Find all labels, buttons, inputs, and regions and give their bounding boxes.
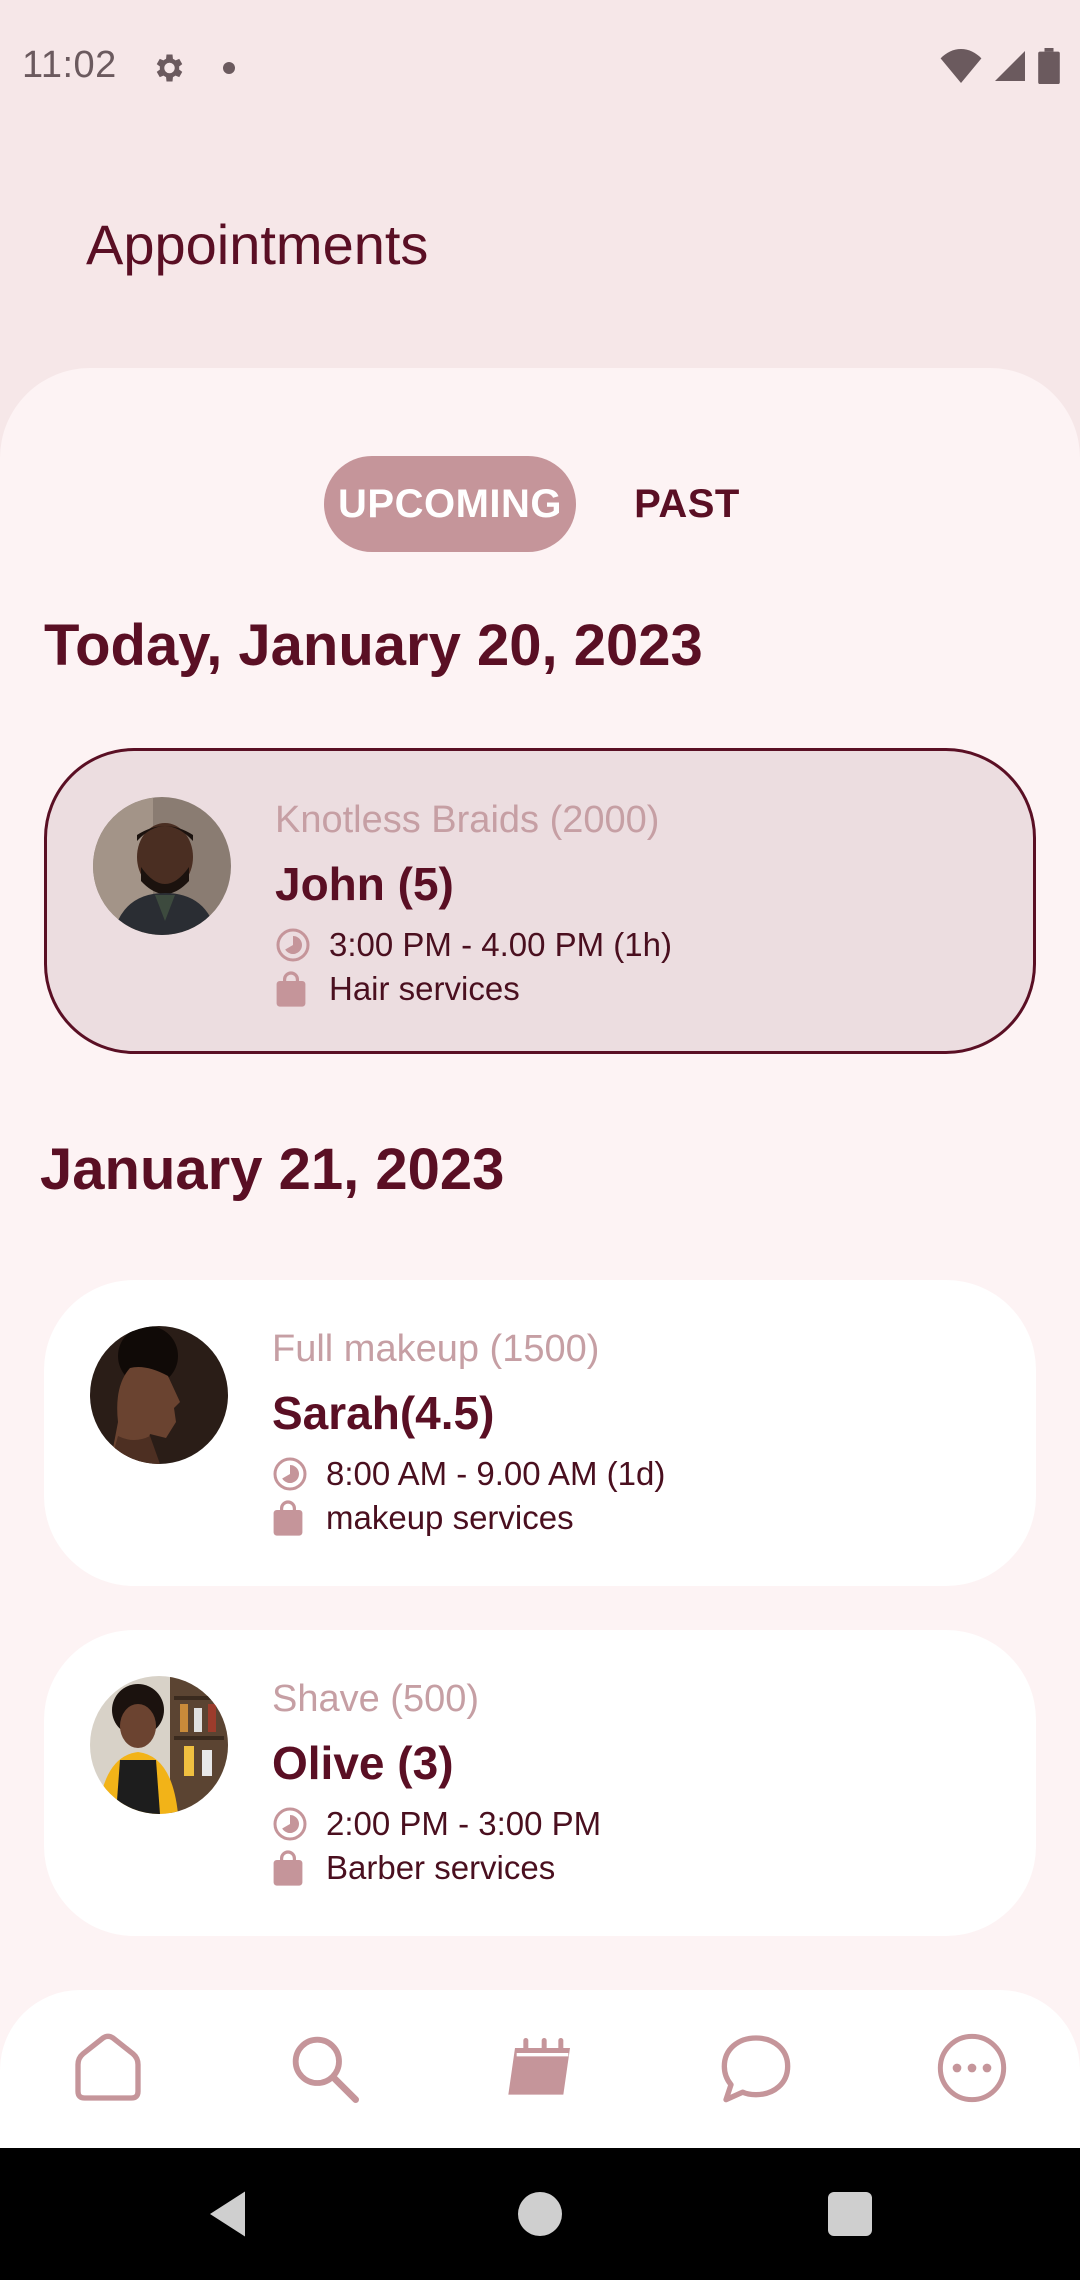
- time-row: 2:00 PM - 3:00 PM: [272, 1805, 602, 1842]
- clock-icon: [272, 1456, 308, 1492]
- service-name: Full makeup (1500): [272, 1328, 600, 1370]
- page-title: Appointments: [86, 213, 429, 276]
- bottom-navigation: [0, 1990, 1080, 2148]
- home-icon[interactable]: [68, 2028, 148, 2108]
- recent-apps-icon[interactable]: [828, 2192, 872, 2236]
- section-date-heading: Today, January 20, 2023: [44, 613, 703, 678]
- service-category: Hair services: [329, 970, 520, 1007]
- calendar-icon[interactable]: [500, 2028, 580, 2108]
- provider-name: Sarah(4.5): [272, 1387, 495, 1439]
- appointment-card[interactable]: Knotless Braids (2000) John (5) 3:00 PM …: [44, 748, 1036, 1054]
- search-icon[interactable]: [284, 2028, 364, 2108]
- notification-dot-icon: [223, 62, 235, 74]
- home-button-icon[interactable]: [518, 2192, 562, 2236]
- appointment-details: Shave (500) Olive (3) 2:00 PM - 3:00 PM …: [272, 1678, 601, 1886]
- shopping-bag-icon: [272, 1500, 308, 1536]
- appointment-tabs: UPCOMING PAST: [0, 456, 1080, 552]
- shopping-bag-icon: [275, 971, 311, 1007]
- tab-past[interactable]: PAST: [624, 456, 750, 552]
- clock-icon: [272, 1806, 308, 1842]
- avatar: [90, 1326, 228, 1464]
- category-row: makeup services: [272, 1499, 665, 1536]
- clock-icon: [275, 927, 311, 963]
- appointment-time: 8:00 AM - 9.00 AM (1d): [326, 1455, 666, 1492]
- more-icon[interactable]: [932, 2028, 1012, 2108]
- appointment-time: 3:00 PM - 4.00 PM (1h): [329, 926, 672, 963]
- status-icons: [940, 48, 1060, 89]
- appointment-details: Full makeup (1500) Sarah(4.5) 8:00 AM - …: [272, 1328, 665, 1536]
- appointment-details: Knotless Braids (2000) John (5) 3:00 PM …: [275, 799, 672, 1007]
- category-row: Hair services: [275, 970, 672, 1007]
- provider-name: John (5): [275, 858, 454, 910]
- chat-icon[interactable]: [716, 2028, 796, 2108]
- time-row: 8:00 AM - 9.00 AM (1d): [272, 1455, 666, 1492]
- service-name: Shave (500): [272, 1678, 480, 1720]
- tab-upcoming[interactable]: UPCOMING: [324, 456, 576, 552]
- provider-name: Olive (3): [272, 1737, 454, 1789]
- appointment-time: 2:00 PM - 3:00 PM: [326, 1805, 602, 1842]
- category-row: Barber services: [272, 1849, 601, 1886]
- status-time: 11:02: [22, 44, 117, 86]
- avatar: [93, 797, 231, 935]
- wifi-icon: [940, 49, 982, 88]
- status-bar: 11:02: [0, 0, 1080, 132]
- signal-icon: [992, 48, 1028, 89]
- shopping-bag-icon: [272, 1850, 308, 1886]
- avatar: [90, 1676, 228, 1814]
- service-name: Knotless Braids (2000): [275, 799, 660, 841]
- appointment-card[interactable]: Full makeup (1500) Sarah(4.5) 8:00 AM - …: [44, 1280, 1036, 1586]
- battery-icon: [1038, 48, 1060, 89]
- service-category: makeup services: [326, 1499, 574, 1536]
- system-navigation-bar: [0, 2148, 1080, 2280]
- time-row: 3:00 PM - 4.00 PM (1h): [275, 926, 672, 963]
- section-date-heading: January 21, 2023: [40, 1137, 505, 1202]
- back-icon[interactable]: [200, 2184, 260, 2244]
- service-category: Barber services: [326, 1849, 556, 1886]
- appointment-card[interactable]: Shave (500) Olive (3) 2:00 PM - 3:00 PM …: [44, 1630, 1036, 1936]
- settings-gear-icon: [150, 50, 186, 86]
